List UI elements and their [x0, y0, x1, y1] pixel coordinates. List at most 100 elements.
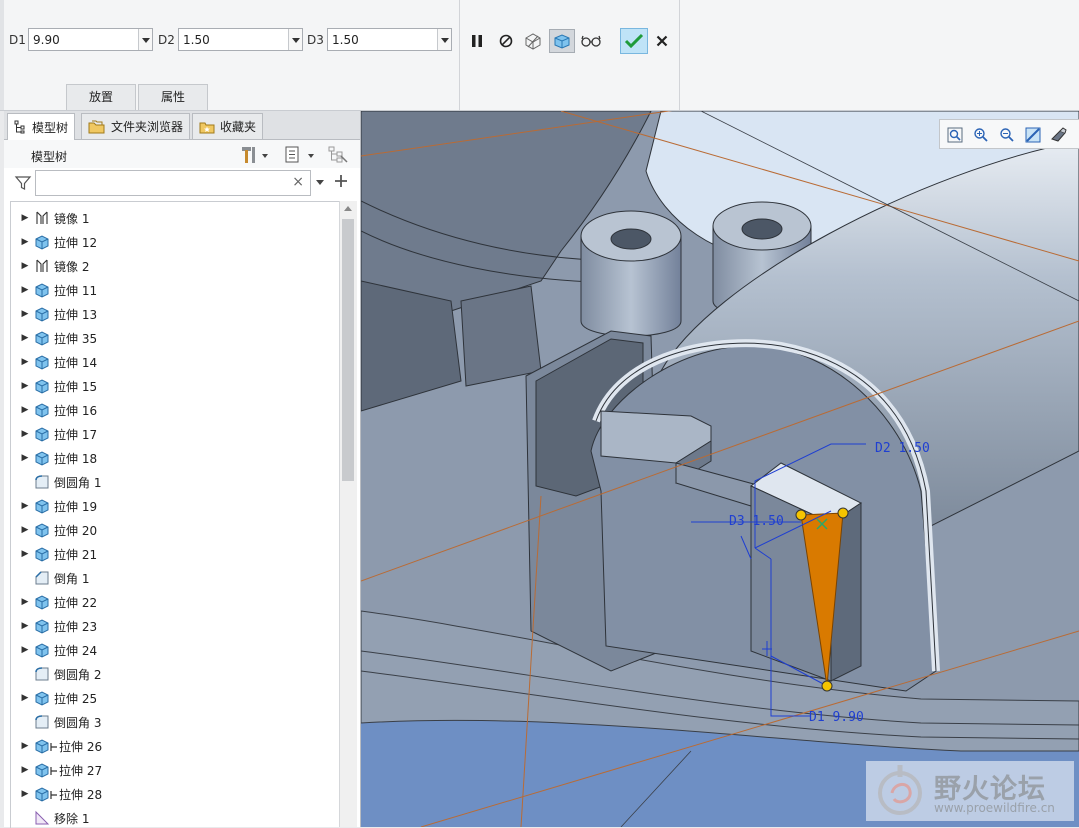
extrude-icon — [34, 762, 50, 778]
expand-arrow-icon[interactable]: ▶ — [20, 381, 30, 391]
expand-arrow-icon[interactable]: ▶ — [20, 405, 30, 415]
repaint-button[interactable] — [1024, 126, 1042, 144]
model-tree-icon — [14, 120, 25, 134]
expand-arrow-icon[interactable]: ▶ — [20, 789, 30, 799]
expand-arrow-icon[interactable]: ▶ — [20, 333, 30, 343]
tree-item-label: 拉伸 18 — [54, 451, 98, 466]
tree-item[interactable]: ▶ 拉伸 20 — [11, 518, 339, 542]
zoom-out-button[interactable] — [998, 126, 1016, 144]
dim-d2-text[interactable]: D2 1.50 — [875, 441, 930, 456]
tab-folder-browser-label: 文件夹浏览器 — [111, 120, 184, 134]
d3-field[interactable]: 1.50 — [327, 28, 452, 51]
graphics-viewport[interactable]: D2 1.50 D3 1.50 D1 9.90 野火论坛 www.proewil… — [361, 111, 1079, 827]
tab-favorites[interactable]: 收藏夹 — [192, 113, 264, 139]
tree-item[interactable]: ▶ 镜像 1 — [11, 206, 339, 230]
d2-value[interactable]: 1.50 — [183, 33, 210, 47]
no-preview-button[interactable] — [495, 30, 517, 52]
expand-arrow-icon[interactable]: ▶ — [20, 213, 30, 223]
view-more-button[interactable] — [1074, 126, 1079, 144]
round-icon — [34, 714, 50, 730]
dim-d3-text[interactable]: D3 1.50 — [729, 514, 784, 529]
extrude-icon — [34, 498, 50, 514]
expand-arrow-icon[interactable]: ▶ — [20, 357, 30, 367]
display-style-button[interactable] — [1050, 126, 1068, 144]
d2-dropdown-icon[interactable] — [288, 29, 302, 50]
d1-value[interactable]: 9.90 — [33, 33, 60, 47]
tree-filter-button[interactable] — [328, 146, 348, 167]
tree-item[interactable]: 倒圆角 3 — [11, 710, 339, 734]
expand-arrow-icon[interactable]: ▶ — [20, 765, 30, 775]
geometry-preview-button[interactable] — [522, 30, 544, 52]
scrollbar-thumb[interactable] — [342, 219, 354, 481]
zoom-in-button[interactable] — [972, 126, 990, 144]
d2-field[interactable]: 1.50 — [178, 28, 303, 51]
tree-header: 模型树 — [4, 140, 360, 168]
tab-folder-browser[interactable]: 文件夹浏览器 — [81, 113, 191, 139]
d1-field[interactable]: 9.90 — [28, 28, 153, 51]
expand-arrow-icon[interactable]: ▶ — [20, 261, 30, 271]
tree-item[interactable]: ▶ 拉伸 13 — [11, 302, 339, 326]
cancel-button[interactable] — [651, 30, 673, 52]
expand-arrow-icon[interactable]: ▶ — [20, 429, 30, 439]
tree-item[interactable]: ▶ 拉伸 21 — [11, 542, 339, 566]
tree-item[interactable]: ▶ 拉伸 24 — [11, 638, 339, 662]
expand-arrow-icon[interactable]: ▶ — [20, 237, 30, 247]
tree-item[interactable]: ▶ 拉伸 16 — [11, 398, 339, 422]
tree-item[interactable]: ▶ 拉伸 19 — [11, 494, 339, 518]
expand-arrow-icon[interactable]: ▶ — [20, 453, 30, 463]
expand-arrow-icon[interactable]: ▶ — [20, 285, 30, 295]
d3-value[interactable]: 1.50 — [332, 33, 359, 47]
add-filter-button[interactable] — [334, 173, 348, 192]
tree-item[interactable]: ▶ 拉伸 27 — [11, 758, 339, 782]
refit-button[interactable] — [946, 126, 964, 144]
tree-item[interactable]: 移除 1 — [11, 806, 339, 828]
tree-item[interactable]: ▶ 拉伸 35 — [11, 326, 339, 350]
tree-item[interactable]: 倒圆角 1 — [11, 470, 339, 494]
pause-button[interactable] — [466, 30, 488, 52]
tree-item[interactable]: ▶ 拉伸 11 — [11, 278, 339, 302]
tab-model-tree[interactable]: 模型树 — [7, 113, 76, 140]
tree-item[interactable]: ▶ 拉伸 22 — [11, 590, 339, 614]
tree-item[interactable]: ▶ 拉伸 23 — [11, 614, 339, 638]
dim-d1-text[interactable]: D1 9.90 — [809, 710, 864, 725]
close-icon — [656, 35, 668, 47]
tree-item-label: 拉伸 19 — [54, 499, 98, 514]
confirm-button[interactable] — [620, 28, 648, 54]
verify-button[interactable] — [580, 30, 602, 52]
tab-properties[interactable]: 属性 — [138, 84, 208, 110]
feature-preview-button[interactable] — [549, 29, 575, 53]
scroll-up-icon[interactable] — [344, 206, 352, 211]
tree-item[interactable]: ▶ 拉伸 28 — [11, 782, 339, 806]
shaded-preview-icon — [554, 34, 570, 49]
tree-item[interactable]: ▶ 拉伸 25 — [11, 686, 339, 710]
tab-placement[interactable]: 放置 — [66, 84, 136, 110]
tree-item[interactable]: ▶ 拉伸 18 — [11, 446, 339, 470]
filter-icon[interactable] — [14, 174, 32, 195]
expand-arrow-icon[interactable]: ▶ — [20, 501, 30, 511]
clear-search-icon[interactable]: × — [292, 174, 304, 190]
tree-item[interactable]: ▶ 拉伸 12 — [11, 230, 339, 254]
expand-arrow-icon[interactable]: ▶ — [20, 525, 30, 535]
tree-item[interactable]: ▶ 拉伸 26 — [11, 734, 339, 758]
expand-arrow-icon[interactable]: ▶ — [20, 741, 30, 751]
tree-item[interactable]: ▶ 拉伸 15 — [11, 374, 339, 398]
expand-arrow-icon[interactable]: ▶ — [20, 597, 30, 607]
tree-search-input[interactable]: × — [35, 170, 311, 196]
tree-item[interactable]: ▶ 拉伸 14 — [11, 350, 339, 374]
tree-item[interactable]: ▶ 镜像 2 — [11, 254, 339, 278]
d3-dropdown-icon[interactable] — [437, 29, 451, 50]
tree-item[interactable]: 倒角 1 — [11, 566, 339, 590]
tree-item[interactable]: ▶ 拉伸 17 — [11, 422, 339, 446]
tree-item[interactable]: 倒圆角 2 — [11, 662, 339, 686]
expand-arrow-icon[interactable]: ▶ — [20, 549, 30, 559]
show-button[interactable] — [284, 145, 318, 168]
tree-scrollbar[interactable] — [339, 201, 357, 827]
expand-arrow-icon[interactable]: ▶ — [20, 309, 30, 319]
d1-dropdown-icon[interactable] — [138, 29, 152, 50]
settings-button[interactable] — [240, 145, 270, 168]
expand-arrow-icon[interactable]: ▶ — [20, 621, 30, 631]
search-options-button[interactable] — [315, 176, 325, 191]
navigator-panel: 模型树 文件夹浏览器 收藏夹 模型树 × ▶ 镜像 1 ▶ 拉伸 12 ▶ 镜像 2 — [4, 111, 361, 828]
expand-arrow-icon[interactable]: ▶ — [20, 693, 30, 703]
expand-arrow-icon[interactable]: ▶ — [20, 645, 30, 655]
